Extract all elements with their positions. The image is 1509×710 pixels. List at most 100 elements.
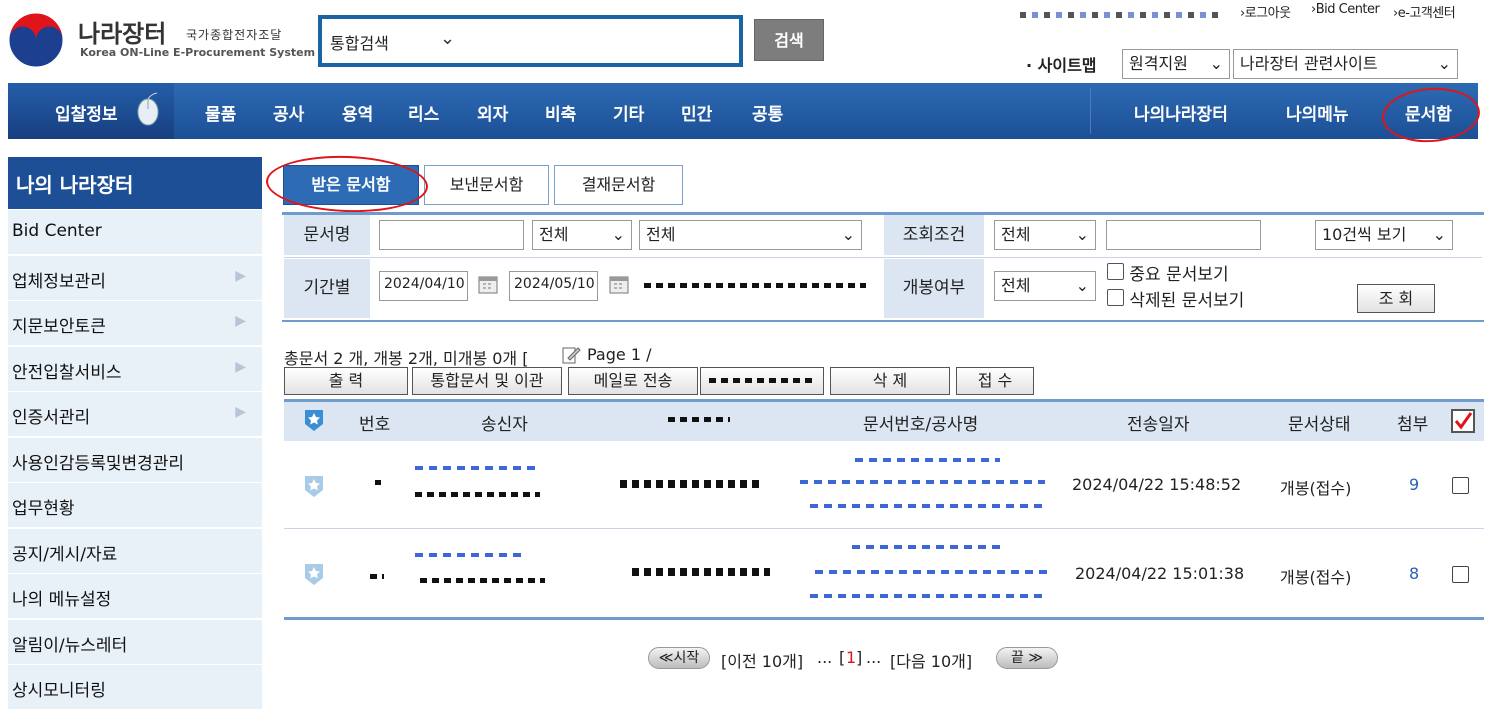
sidebar-item-label: 알림이/뉴스레터 xyxy=(12,635,128,656)
doc-type-select-1[interactable]: 전체 ⌄ xyxy=(532,220,632,250)
doc-title-redacted[interactable] xyxy=(800,480,1045,484)
sidebar-item[interactable]: 인증서관리 ▶ xyxy=(8,392,262,437)
nav-foreign[interactable]: 외자 xyxy=(477,100,508,125)
chevron-down-icon: ⌄ xyxy=(611,225,625,244)
sidebar-item[interactable]: 나의 메뉴설정 xyxy=(8,574,262,619)
pager-ellipsis: ... xyxy=(817,648,833,667)
doc-number-redacted[interactable] xyxy=(855,458,1000,462)
condition-value: 전체 xyxy=(1001,225,1031,244)
sidebar-item-label: Bid Center xyxy=(12,221,102,241)
customer-center-link[interactable]: ›e-고객센터 xyxy=(1393,2,1456,21)
query-button[interactable]: 조 회 xyxy=(1357,284,1435,313)
sidebar-item[interactable]: 공지/게시/자료 xyxy=(8,528,262,574)
deleted-docs-label: 삭제된 문서보기 xyxy=(1129,291,1245,311)
nav-etc[interactable]: 기타 xyxy=(613,100,644,125)
nav-stockpile[interactable]: 비축 xyxy=(545,100,576,125)
logout-link[interactable]: ›로그아웃 xyxy=(1240,2,1291,21)
nav-my-narajangteo[interactable]: 나의나라장터 xyxy=(1134,100,1228,125)
attach-count-link[interactable]: 8 xyxy=(1409,564,1419,583)
pager-current-page[interactable]: 1 xyxy=(846,648,856,667)
chevron-down-icon: ⌄ xyxy=(1209,54,1223,73)
star-icon[interactable] xyxy=(303,562,325,590)
doc-type-select-2[interactable]: 전체 ⌄ xyxy=(639,220,862,250)
sender-redacted[interactable] xyxy=(415,466,535,470)
tab-sent-docs[interactable]: 보낸문서함 xyxy=(424,165,549,205)
remote-support-select[interactable]: 원격지원 ⌄ xyxy=(1122,49,1230,79)
nav-my-menu[interactable]: 나의메뉴 xyxy=(1286,100,1349,125)
merge-transfer-button[interactable]: 통합문서 및 이관 xyxy=(412,367,562,395)
sender-sub-redacted xyxy=(420,578,545,583)
nav-construction[interactable]: 공사 xyxy=(273,100,304,125)
nav-common[interactable]: 공통 xyxy=(752,100,783,125)
email-send-button[interactable]: 메일로 전송 xyxy=(568,367,698,395)
sidebar-item-label: 업무현황 xyxy=(12,499,75,519)
sidebar-item[interactable]: 업무현황 xyxy=(8,483,262,528)
mouse-icon xyxy=(135,92,161,126)
page-size-select[interactable]: 10건씩 보기 ⌄ xyxy=(1315,220,1453,250)
pager-next-link[interactable]: [다음 10개] xyxy=(890,648,972,672)
pager-last-button[interactable]: 끝 ≫ xyxy=(996,647,1058,669)
tab-approval-docs[interactable]: 결재문서함 xyxy=(554,165,683,205)
condition-select[interactable]: 전체 ⌄ xyxy=(994,220,1096,250)
logo-title[interactable]: 나라장터 xyxy=(78,14,166,49)
delete-button[interactable]: 삭 제 xyxy=(830,367,950,395)
sitemap-link[interactable]: · 사이트맵 xyxy=(1026,52,1097,76)
row-checkbox[interactable] xyxy=(1452,566,1469,583)
remote-support-value: 원격지원 xyxy=(1129,54,1188,73)
col-sent-date: 전송일자 xyxy=(1127,415,1190,435)
open-status-select[interactable]: 전체 ⌄ xyxy=(994,271,1096,301)
attach-count-link[interactable]: 9 xyxy=(1409,475,1419,494)
print-button[interactable]: 출 력 xyxy=(284,367,408,395)
row-checkbox[interactable] xyxy=(1452,477,1469,494)
important-docs-checkbox[interactable]: 중요 문서보기 xyxy=(1107,260,1229,285)
nav-private[interactable]: 민간 xyxy=(681,100,712,125)
star-icon[interactable] xyxy=(303,474,325,502)
nav-service[interactable]: 용역 xyxy=(342,100,373,125)
doc-name-input[interactable] xyxy=(379,220,524,250)
related-sites-select[interactable]: 나라장터 관련사이트 ⌄ xyxy=(1233,49,1458,79)
pager-first-button[interactable]: ≪시작 xyxy=(648,647,710,669)
star-icon[interactable] xyxy=(303,408,325,436)
nav-lease[interactable]: 리스 xyxy=(408,100,439,125)
deleted-docs-checkbox[interactable]: 삭제된 문서보기 xyxy=(1107,286,1244,311)
checkbox[interactable] xyxy=(1107,289,1124,306)
date-to-input[interactable]: 2024/05/10 xyxy=(509,271,598,301)
sidebar-item[interactable]: 업체정보관리 ▶ xyxy=(8,255,262,301)
sidebar-item[interactable]: 상시모니터링 xyxy=(8,665,262,710)
select-all-checkbox[interactable] xyxy=(1451,409,1475,433)
sidebar-item[interactable]: 안전입찰서비스 ▶ xyxy=(8,346,262,392)
col-attach: 첨부 xyxy=(1397,415,1429,435)
doc-title-redacted[interactable] xyxy=(815,570,1053,574)
doc-title-redacted[interactable] xyxy=(810,594,1045,598)
doc-number-redacted[interactable] xyxy=(852,545,1002,549)
redacted-button[interactable] xyxy=(700,367,824,395)
logo-emblem[interactable] xyxy=(8,12,64,68)
pager-prev-link[interactable]: [이전 10개] xyxy=(721,648,803,672)
receive-button[interactable]: 접 수 xyxy=(956,367,1034,395)
sidebar-item[interactable]: 사용인감등록및변경관리 xyxy=(8,437,262,483)
chevron-down-icon: ⌄ xyxy=(1432,225,1446,244)
nav-bid-info-label[interactable]: 입찰정보 xyxy=(55,100,118,125)
doc-title-redacted[interactable] xyxy=(810,504,1045,508)
doc-status: 개봉(접수) xyxy=(1280,568,1352,587)
col-sender: 송신자 xyxy=(481,415,528,435)
row-number-redacted xyxy=(370,574,384,579)
nav-goods[interactable]: 물품 xyxy=(205,100,236,125)
bid-center-link[interactable]: ›Bid Center xyxy=(1311,2,1380,17)
sidebar-item[interactable]: 알림이/뉴스레터 xyxy=(8,619,262,665)
logo-subtitle-en: Korea ON-Line E-Procurement System xyxy=(80,46,316,59)
logo-subtitle-ko: 국가종합전자조달 xyxy=(186,28,283,42)
search-scope-select[interactable]: 통합검색 xyxy=(330,30,389,54)
condition-input[interactable] xyxy=(1106,220,1261,250)
chevron-right-icon: ▶ xyxy=(235,313,246,329)
sender-redacted[interactable] xyxy=(415,553,525,557)
calendar-icon[interactable] xyxy=(608,273,630,299)
search-button[interactable]: 검색 xyxy=(754,19,824,61)
checkbox[interactable] xyxy=(1107,263,1124,280)
sidebar-item-label: 사용인감등록및변경관리 xyxy=(12,453,185,474)
sidebar-item[interactable]: Bid Center xyxy=(8,210,262,255)
calendar-icon[interactable] xyxy=(477,273,499,299)
date-from-input[interactable]: 2024/04/10 xyxy=(379,271,468,301)
sidebar-item[interactable]: 지문보안토큰 ▶ xyxy=(8,301,262,346)
filter-divider xyxy=(284,257,1482,258)
